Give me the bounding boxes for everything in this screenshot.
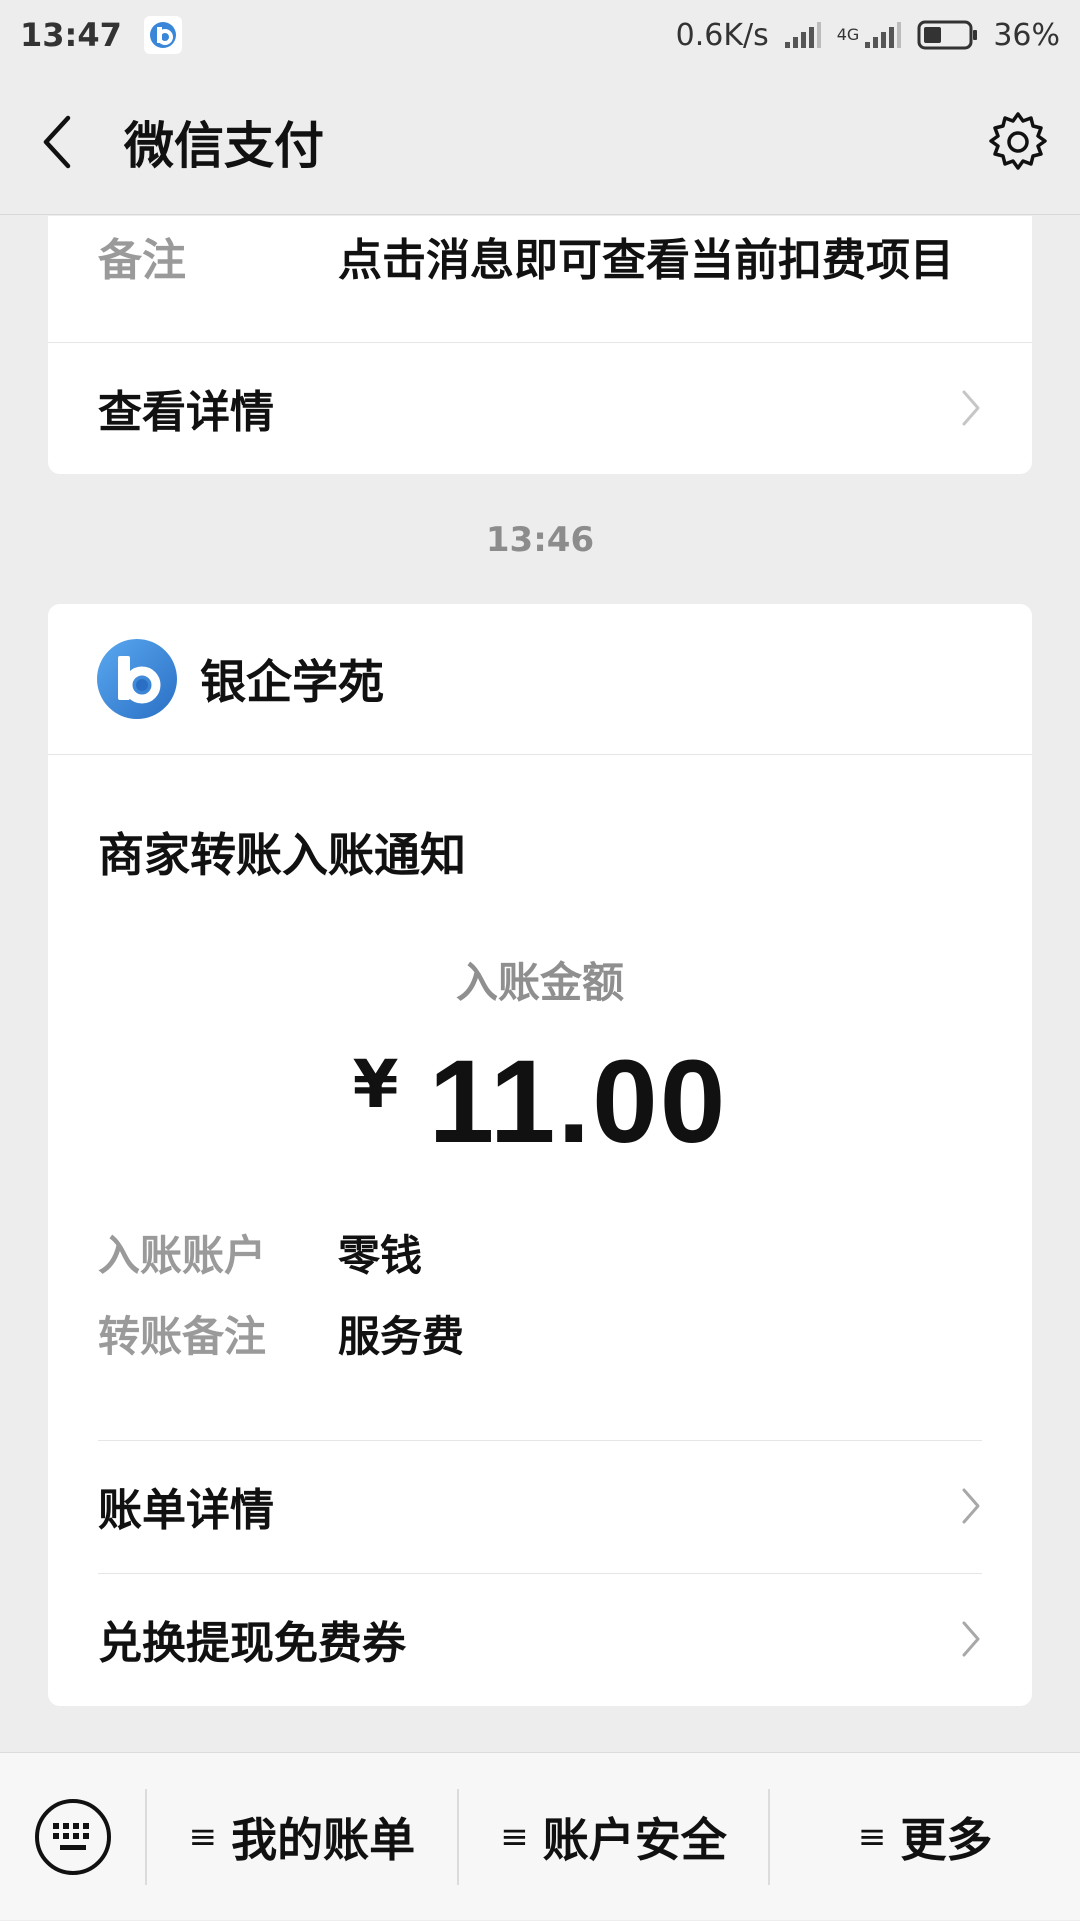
chevron-left-icon bbox=[43, 115, 71, 169]
settings-button[interactable] bbox=[986, 110, 1050, 174]
coupon-label: 兑换提现免费券 bbox=[98, 1618, 406, 1669]
amount-label: 入账金额 bbox=[455, 958, 624, 1007]
remark-label: 备注 bbox=[98, 235, 186, 286]
menu-my-bills-label: 我的账单 bbox=[231, 1812, 416, 1867]
account-value: 零钱 bbox=[338, 1230, 423, 1280]
remark-row: 备注 点击消息即可查看当前扣费项目 bbox=[98, 216, 982, 316]
back-button[interactable] bbox=[40, 114, 74, 170]
note-label: 转账备注 bbox=[98, 1311, 267, 1361]
amount-value: 11.00 bbox=[428, 1036, 728, 1168]
view-details-row[interactable]: 查看详情 bbox=[98, 342, 982, 474]
divider bbox=[48, 754, 1032, 755]
menu-lines-icon: ≡ bbox=[500, 1816, 529, 1857]
bill-details-row[interactable]: 账单详情 bbox=[98, 1440, 982, 1572]
menu-lines-icon: ≡ bbox=[857, 1816, 887, 1857]
note-value: 服务费 bbox=[338, 1311, 465, 1361]
currency-symbol: ¥ bbox=[352, 1046, 399, 1123]
network-type: 4G bbox=[836, 25, 860, 44]
menu-more[interactable]: ≡ 更多 bbox=[770, 1753, 1080, 1921]
net-speed: 0.6K/s bbox=[675, 17, 769, 53]
menu-lines-icon: ≡ bbox=[188, 1816, 218, 1857]
menu-more-label: 更多 bbox=[900, 1812, 993, 1867]
app-notification-icon bbox=[143, 16, 182, 54]
merchant-logo-icon bbox=[97, 639, 177, 719]
battery-level: 36% bbox=[993, 17, 1060, 53]
notification-title: 商家转账入账通知 bbox=[98, 828, 466, 882]
transfer-notification-card[interactable]: 银企学苑 商家转账入账通知 入账金额 ¥ 11.00 入账账户 零钱 转账备注 … bbox=[48, 604, 1032, 1706]
remark-value: 点击消息即可查看当前扣费项目 bbox=[338, 235, 954, 286]
account-label: 入账账户 bbox=[98, 1230, 267, 1280]
merchant-header[interactable]: 银企学苑 bbox=[96, 604, 986, 754]
view-details-label: 查看详情 bbox=[98, 387, 274, 438]
battery-icon bbox=[917, 20, 978, 50]
message-timestamp: 13:46 bbox=[485, 520, 595, 560]
signal-4g-icon bbox=[865, 22, 902, 48]
status-time: 13:47 bbox=[20, 16, 122, 54]
menu-account-security[interactable]: ≡ 账户安全 bbox=[459, 1753, 769, 1921]
account-row: 入账账户 零钱 bbox=[98, 1222, 982, 1282]
merchant-name: 银企学苑 bbox=[200, 655, 384, 709]
page-title: 微信支付 bbox=[124, 117, 324, 175]
menu-account-security-label: 账户安全 bbox=[542, 1812, 727, 1867]
amount-display: ¥ 11.00 bbox=[48, 1034, 1032, 1170]
coupon-row[interactable]: 兑换提现免费券 bbox=[98, 1573, 982, 1705]
signal-icon bbox=[784, 22, 821, 48]
nav-bar: 微信支付 bbox=[0, 70, 1080, 215]
gear-icon bbox=[989, 112, 1047, 170]
previous-message-card: 备注 点击消息即可查看当前扣费项目 查看详情 bbox=[48, 216, 1032, 474]
keyboard-toggle-button[interactable] bbox=[0, 1753, 145, 1921]
chevron-right-icon bbox=[962, 390, 980, 426]
chevron-right-icon bbox=[962, 1621, 980, 1657]
chevron-right-icon bbox=[962, 1488, 980, 1524]
bill-details-label: 账单详情 bbox=[98, 1485, 274, 1536]
menu-my-bills[interactable]: ≡ 我的账单 bbox=[147, 1753, 457, 1921]
note-row: 转账备注 服务费 bbox=[98, 1303, 982, 1363]
message-list[interactable]: 备注 点击消息即可查看当前扣费项目 查看详情 13:46 银企学苑 商家转账入账… bbox=[0, 216, 1080, 1752]
bottom-menu-bar: ≡ 我的账单 ≡ 账户安全 ≡ 更多 bbox=[0, 1752, 1080, 1920]
status-bar: 13:47 0.6K/s 4G 36% bbox=[0, 0, 1080, 70]
keyboard-icon bbox=[34, 1798, 111, 1875]
